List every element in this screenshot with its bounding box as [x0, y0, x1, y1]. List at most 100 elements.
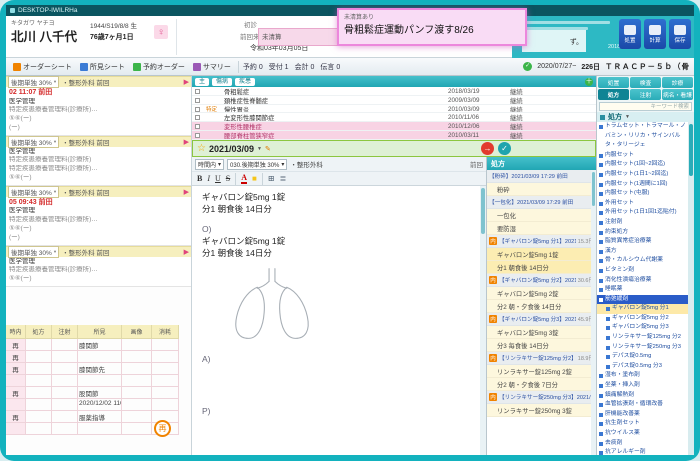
history-cell[interactable] [6, 375, 26, 387]
catalog-item[interactable]: 注射剤 [597, 218, 688, 228]
disease-checkbox[interactable] [195, 133, 200, 138]
history-cell[interactable] [152, 387, 179, 399]
history-cell[interactable]: 再 [6, 387, 26, 399]
catalog-item[interactable]: デパス錠0.5mg 分3 [597, 362, 688, 372]
format-i-button[interactable]: I [207, 174, 210, 183]
history-cell[interactable]: 膝関節先 [78, 363, 122, 375]
catalog-item[interactable]: 筋弛緩剤 [597, 295, 688, 305]
history-cell[interactable] [52, 375, 78, 387]
counter[interactable]: 会計 0 [295, 62, 315, 72]
history-cell[interactable] [52, 387, 78, 399]
scrollbar-thumb[interactable] [689, 124, 693, 176]
insurance-select[interactable]: 後期単独 30%▾ [8, 246, 59, 258]
history-cell[interactable]: 服薬指導 [78, 411, 122, 423]
table-icon[interactable]: ⊞ [268, 174, 275, 183]
insurance-select[interactable]: 後期単独 30%▾ [8, 186, 59, 198]
catalog-item[interactable]: ギャバロン錠5mg 分2 [597, 314, 688, 324]
history-cell[interactable] [26, 351, 52, 363]
disease-row[interactable]: 頚椎症性脊髄症2009/03/09継続 [192, 96, 596, 105]
history-cell[interactable] [78, 423, 122, 435]
insurance-select[interactable]: 後期単独 30%▾ [8, 76, 59, 88]
history-cell[interactable] [26, 363, 52, 375]
catalog-item[interactable]: 骨・カルシウム代謝薬 [597, 256, 688, 266]
list-icon[interactable]: ≣ [280, 174, 287, 183]
highlight-icon[interactable]: ■ [252, 174, 257, 183]
catalog-item[interactable]: 内服セット(1回~2回迄) [597, 160, 688, 170]
chevron-down-icon[interactable]: ▼ [257, 146, 262, 152]
catalog-item[interactable]: 去痰剤 [597, 439, 688, 449]
catalog-tab-処置[interactable]: 処置 [598, 77, 629, 88]
insurance-select[interactable]: 後期単独 30%▾ [8, 136, 59, 148]
disease-row[interactable]: 変形性腰椎症2010/12/06継続 [192, 122, 596, 131]
toolbar-button[interactable]: 所見シート [77, 61, 128, 73]
history-cell[interactable] [26, 339, 52, 351]
catalog-item[interactable]: 鎮痛解熱剤 [597, 391, 688, 401]
history-cell[interactable] [26, 423, 52, 435]
history-cell[interactable]: 股関節 [78, 387, 122, 399]
catalog-tab-診療[interactable]: 診療 [662, 77, 693, 88]
scrollbar-thumb[interactable] [481, 188, 485, 234]
counter[interactable]: 予約 0 [243, 62, 263, 72]
disease-row[interactable]: 腰部脊柱管狭窄症2010/03/11継続 [192, 131, 596, 140]
history-cell[interactable] [78, 375, 122, 387]
history-cell[interactable] [122, 375, 152, 387]
star-icon[interactable]: ☆ [197, 143, 206, 154]
memo-field[interactable]: ず。 [522, 30, 586, 52]
history-cell[interactable]: 膝関節 [78, 339, 122, 351]
catalog-item[interactable]: リンラキサー錠250mg 分3 [597, 343, 688, 353]
rx-entry-header[interactable]: 内【リンラキサー錠250mg 分3】2021/03/09… [487, 391, 596, 404]
history-cell[interactable] [52, 411, 78, 423]
edit-icon[interactable]: ✎ [265, 145, 271, 153]
catalog-item[interactable]: トラムセット・トラマール・ノバミン・リリカ・サインバルタ・タリージェ [597, 122, 688, 151]
history-cell[interactable] [78, 351, 122, 363]
catalog-item[interactable]: 漢方 [597, 247, 688, 257]
history-cell[interactable] [152, 351, 179, 363]
history-cell[interactable] [26, 387, 52, 399]
disease-tab[interactable]: 傷病 [212, 78, 232, 86]
history-cell[interactable] [122, 399, 152, 411]
history-cell[interactable] [122, 411, 152, 423]
history-cell[interactable] [52, 423, 78, 435]
keyword-search-input[interactable] [599, 102, 692, 111]
catalog-item[interactable]: 睡眠薬 [597, 285, 688, 295]
history-cell[interactable] [52, 363, 78, 375]
catalog-tab-病名・看護[interactable]: 病名・看護 [662, 89, 693, 100]
disease-row[interactable]: 左変形性膝関節症2010/11/06継続 [192, 113, 596, 122]
catalog-item[interactable]: 内服セット [597, 151, 688, 161]
catalog-item[interactable]: 湿布・塗布剤 [597, 371, 688, 381]
disease-tab[interactable]: 主 [195, 78, 209, 86]
history-cell[interactable] [6, 399, 26, 411]
catalog-item[interactable]: 約束処方 [597, 228, 688, 238]
history-cell[interactable] [122, 387, 152, 399]
disease-checkbox[interactable] [195, 115, 200, 120]
catalog-item[interactable]: 外用セット [597, 199, 688, 209]
format-s-button[interactable]: S [226, 174, 230, 183]
catalog-scrollbar[interactable] [688, 122, 694, 455]
catalog-tab-処方[interactable]: 処方 [598, 89, 629, 100]
catalog-tab-注射[interactable]: 注射 [630, 89, 661, 100]
rx-entry-header[interactable]: 内【ギャバロン錠5mg 分3】2021/03/09 17…45.9円 [487, 313, 596, 326]
catalog-tab-検査[interactable]: 検査 [630, 77, 661, 88]
scrollbar-thumb[interactable] [592, 172, 595, 206]
catalog-item[interactable]: 抗生剤セット [597, 419, 688, 429]
catalog-item[interactable]: 坐薬・挿入剤 [597, 381, 688, 391]
history-cell[interactable] [6, 423, 26, 435]
disease-row[interactable]: 骨粗鬆症2018/03/19継続 [192, 87, 596, 96]
header-action-button[interactable]: 計算 [644, 19, 666, 49]
header-action-button[interactable]: 保存 [669, 19, 691, 49]
history-cell[interactable] [152, 363, 179, 375]
confirm-icon[interactable]: ✓ [498, 142, 511, 155]
soap-editor[interactable]: ギャバロン錠5mg 1錠分1 朝食後 14日分 O) ギャバロン錠5mg 1錠分… [192, 186, 486, 455]
text-color-icon[interactable]: A [241, 174, 247, 184]
catalog-item[interactable]: 血管拡張剤・循環改善 [597, 400, 688, 410]
time-select[interactable]: 時間内▾ [195, 159, 224, 170]
history-cell[interactable] [152, 375, 179, 387]
forward-icon[interactable]: ▶ [184, 78, 189, 86]
history-cell[interactable] [26, 399, 52, 411]
sticky-note-small[interactable]: 未清算 [258, 28, 346, 46]
catalog-item[interactable]: 外用セット(1日1回1迄貼付) [597, 208, 688, 218]
history-cell[interactable]: 2020/12/02 110 [78, 399, 122, 411]
catalog-item[interactable]: ビタミン剤 [597, 266, 688, 276]
counter[interactable]: 伝言 0 [320, 62, 340, 72]
catalog-item[interactable]: 消化性潰瘍治療薬 [597, 276, 688, 286]
